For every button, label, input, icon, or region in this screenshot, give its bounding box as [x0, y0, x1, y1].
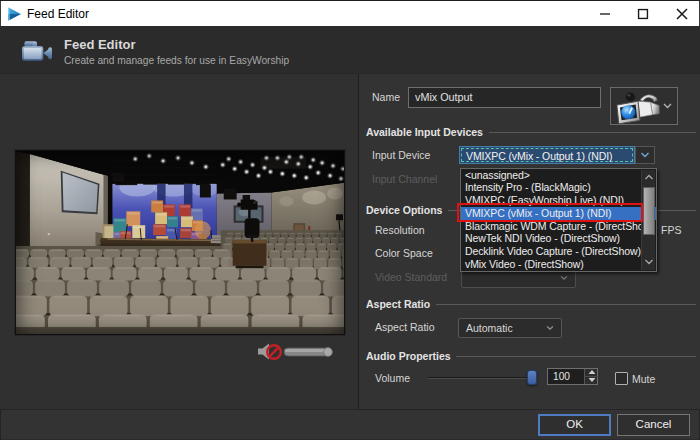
input-device-dropdown-button[interactable]	[635, 146, 655, 164]
chevron-down-icon	[645, 259, 654, 265]
close-icon	[676, 8, 688, 20]
annotation-highlight-box	[457, 203, 643, 223]
volume-label: Volume	[375, 372, 410, 384]
chevron-down-icon	[663, 103, 672, 109]
resolution-label: Resolution	[375, 224, 425, 236]
header-title: Feed Editor	[64, 37, 136, 52]
minimize-button[interactable]	[586, 1, 624, 27]
feed-type-camera-icon	[615, 88, 663, 125]
input-device-combobox[interactable]: VMIXPC (vMix - Output 1) (NDI)	[459, 146, 635, 164]
dropdown-item[interactable]: <unassigned>	[461, 169, 656, 182]
chevron-up-icon	[645, 174, 654, 180]
dialog-header: Feed Editor Create and manage feeds for …	[0, 26, 700, 74]
volume-number-input[interactable]: 100	[547, 368, 598, 385]
spinner-up-icon	[588, 370, 595, 374]
aspect-ratio-header: Aspect Ratio	[366, 298, 430, 310]
muted-speaker-icon[interactable]	[258, 344, 281, 360]
mute-label: Mute	[632, 373, 655, 385]
spinner-down-button[interactable]	[585, 377, 598, 385]
fps-label: FPS	[661, 224, 681, 236]
chevron-down-icon	[560, 276, 568, 281]
input-device-value: VMIXPC (vMix - Output 1) (NDI)	[466, 150, 612, 162]
dropdown-item[interactable]: NewTek NDI Video - (DirectShow)	[461, 232, 656, 245]
feed-editor-dialog: Feed Editor	[0, 0, 700, 440]
footer-divider	[0, 409, 700, 410]
volume-slider-track[interactable]	[428, 377, 535, 379]
scroll-up-button[interactable]	[642, 170, 656, 185]
spinner-up-button[interactable]	[585, 369, 598, 377]
mute-checkbox[interactable]	[615, 372, 628, 385]
video-camera-icon	[22, 40, 52, 62]
chevron-down-icon	[641, 152, 650, 158]
aspect-ratio-value: Automatic	[466, 322, 513, 334]
easyworship-logo-icon	[8, 7, 21, 21]
volume-slider-handle[interactable]	[527, 370, 537, 385]
available-input-devices-header: Available Input Devices	[366, 126, 483, 138]
maximize-icon	[638, 9, 649, 20]
name-label: Name	[372, 91, 400, 103]
preview-volume-slider[interactable]	[284, 348, 332, 357]
section-line	[456, 356, 696, 357]
dropdown-item[interactable]: Decklink Video Capture - (DirectShow)	[461, 245, 656, 258]
dropdown-item[interactable]: vMix Video - (DirectShow)	[461, 258, 656, 271]
titlebar: Feed Editor	[0, 0, 700, 26]
input-channel-label: Input Channel	[372, 173, 437, 185]
chevron-down-icon	[546, 326, 554, 331]
audio-properties-header: Audio Properties	[366, 350, 451, 362]
volume-spinner	[584, 369, 597, 384]
ok-button[interactable]: OK	[538, 414, 611, 436]
volume-value: 100	[553, 371, 570, 382]
preview-photo	[16, 151, 344, 334]
dropdown-scrollbar[interactable]	[641, 170, 655, 270]
color-space-label: Color Space	[375, 247, 433, 259]
name-input[interactable]: vMix Output	[408, 87, 601, 108]
input-device-label: Input Device	[372, 149, 430, 161]
spinner-down-icon	[588, 378, 595, 382]
header-subtitle: Create and manage feeds for use in EasyW…	[64, 55, 289, 66]
feed-type-button[interactable]	[610, 87, 678, 125]
section-line	[436, 304, 696, 305]
minimize-icon	[600, 9, 611, 20]
scrollbar-thumb[interactable]	[643, 187, 655, 235]
aspect-ratio-combobox[interactable]: Automatic	[458, 318, 562, 338]
scroll-down-button[interactable]	[642, 255, 656, 270]
section-line	[489, 132, 696, 133]
dropdown-item[interactable]: Intensity Pro - (BlackMagic)	[461, 181, 656, 194]
preview-audio-controls	[256, 341, 336, 361]
aspect-ratio-label: Aspect Ratio	[375, 321, 435, 333]
device-options-header: Device Options	[366, 204, 442, 216]
close-button[interactable]	[663, 1, 700, 27]
video-standard-label: Video Standard	[375, 271, 447, 283]
cancel-button[interactable]: Cancel	[617, 414, 690, 436]
window-title: Feed Editor	[27, 7, 89, 21]
video-preview	[15, 150, 345, 335]
maximize-button[interactable]	[624, 1, 662, 27]
